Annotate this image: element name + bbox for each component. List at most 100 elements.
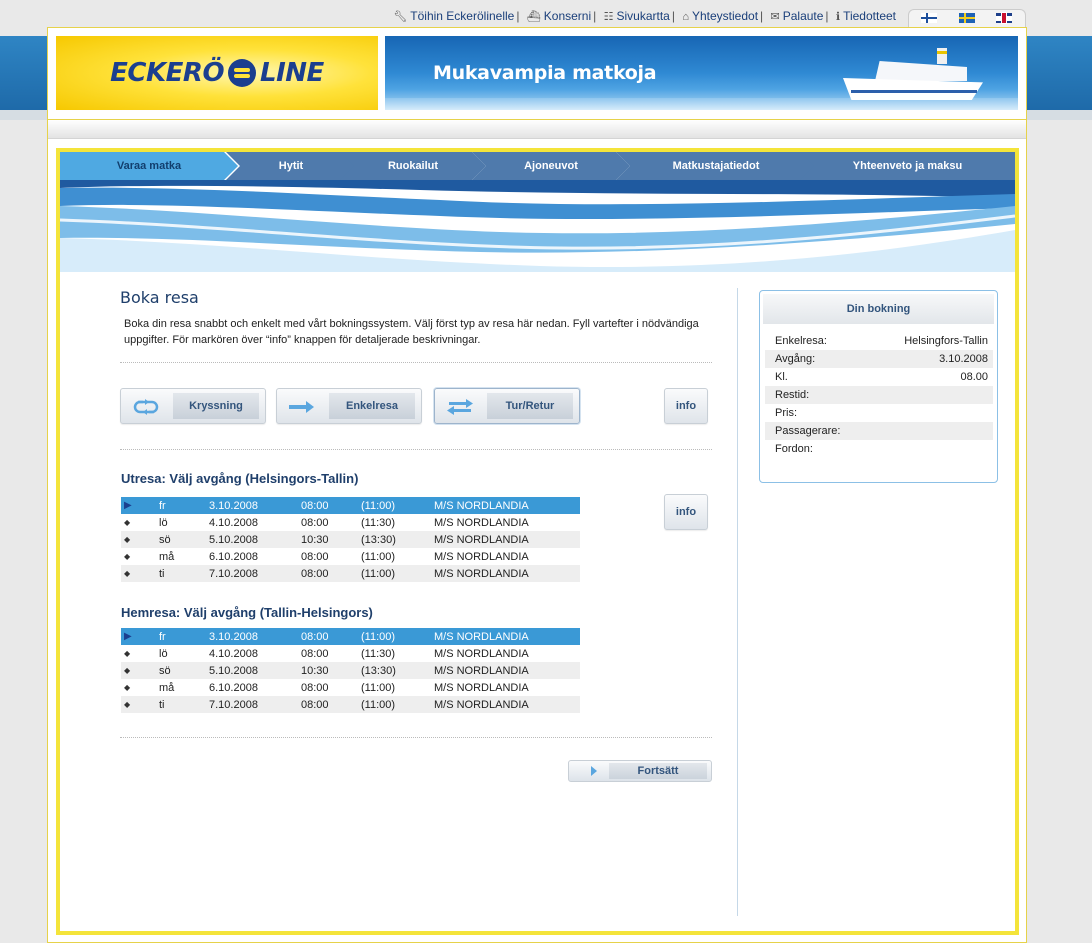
summary-row: Restid: <box>765 386 993 404</box>
header-band-right <box>1027 36 1092 110</box>
departure-day: må <box>159 550 175 563</box>
mail-icon: ✉ <box>770 11 780 23</box>
departure-date: 4.10.2008 <box>209 516 258 529</box>
departure-ship: M/S NORDLANDIA <box>434 516 529 529</box>
step-ajoneuvot[interactable]: Ajoneuvot <box>472 152 630 180</box>
link-sitemap[interactable]: Sivukartta <box>617 9 670 23</box>
departure-dep: 08:00 <box>301 698 329 711</box>
departure-date: 3.10.2008 <box>209 499 258 512</box>
column-divider <box>737 288 738 916</box>
departure-ship: M/S NORDLANDIA <box>434 698 529 711</box>
summary-value: 08.00 <box>960 371 988 383</box>
link-contact[interactable]: Yhteystiedot <box>692 9 758 23</box>
booking-summary: Din bokning Enkelresa: Helsingfors-Tallin… <box>759 290 998 483</box>
step-hytit[interactable]: Hytit <box>226 152 356 180</box>
departure-ship: M/S NORDLANDIA <box>434 567 529 580</box>
departure-date: 7.10.2008 <box>209 567 258 580</box>
continue-button[interactable]: Fortsätt <box>568 760 712 782</box>
departure-day: ti <box>159 698 165 711</box>
departure-dur: (11:00) <box>361 681 396 694</box>
link-feedback[interactable]: Palaute <box>783 9 824 23</box>
step-yhteenveto-ja-maksu[interactable]: Yhteenveto ja maksu <box>800 152 1015 180</box>
trip-type-info-button[interactable]: info <box>664 388 708 424</box>
outbound-departure-row[interactable]: ◆ sö 5.10.2008 10:30 (13:30) M/S NORDLANDIA <box>121 531 580 548</box>
departure-dep: 10:30 <box>301 664 329 677</box>
inbound-departure-row[interactable]: ◆ lö 4.10.2008 08:00 (11:30) M/S NORDLANDIA <box>121 645 580 662</box>
summary-title: Din bokning <box>763 294 994 324</box>
inbound-departure-row[interactable]: ▶ fr 3.10.2008 08:00 (11:00) M/S NORDLANDIA <box>121 628 580 645</box>
trip-type-kryssning-button[interactable]: Kryssning <box>120 388 266 424</box>
outbound-departure-row[interactable]: ◆ ti 7.10.2008 08:00 (11:00) M/S NORDLANDIA <box>121 565 580 582</box>
outbound-departure-row[interactable]: ◆ lö 4.10.2008 08:00 (11:30) M/S NORDLANDIA <box>121 514 580 531</box>
wrench-icon: 🔧︎ <box>393 11 408 23</box>
outbound-info-button[interactable]: info <box>664 494 708 530</box>
inbound-title: Hemresa: Välj avgång (Tallin-Helsingors) <box>121 605 373 620</box>
outbound-title: Utresa: Välj avgång (Helsingors-Tallin) <box>121 471 359 486</box>
departure-dep: 08:00 <box>301 647 329 660</box>
departure-dur: (13:30) <box>361 664 396 677</box>
inbound-departure-row[interactable]: ◆ ti 7.10.2008 08:00 (11:00) M/S NORDLANDIA <box>121 696 580 713</box>
inbound-departure-row[interactable]: ◆ sö 5.10.2008 10:30 (13:30) M/S NORDLANDIA <box>121 662 580 679</box>
departure-dep: 10:30 <box>301 533 329 546</box>
side-strip-left <box>0 110 47 120</box>
link-group[interactable]: Konserni <box>544 9 591 23</box>
departure-ship: M/S NORDLANDIA <box>434 499 529 512</box>
summary-row: Kl. 08.00 <box>765 368 993 386</box>
summary-label: Avgång: <box>775 353 816 365</box>
departure-day: lö <box>159 516 168 529</box>
fi-flag-icon[interactable] <box>921 13 937 23</box>
departure-dep: 08:00 <box>301 550 329 563</box>
departure-day: sö <box>159 533 171 546</box>
round-trip-icon <box>133 399 159 415</box>
inbound-departure-row[interactable]: ◆ må 6.10.2008 08:00 (11:00) M/S NORDLANDIA <box>121 679 580 696</box>
outbound-departures-table: ▶ fr 3.10.2008 08:00 (11:00) M/S NORDLANDIA ◆ l… <box>121 497 580 582</box>
departure-dur: (11:30) <box>361 516 396 529</box>
departure-dur: (11:30) <box>361 647 396 660</box>
departure-dur: (11:00) <box>361 698 396 711</box>
se-flag-icon[interactable] <box>959 13 975 23</box>
info-icon: ℹ <box>835 11 841 23</box>
trip-type-enkelresa-button[interactable]: Enkelresa <box>276 388 422 424</box>
departure-day: lö <box>159 647 168 660</box>
step-matkustajatiedot[interactable]: Matkustajatiedot <box>616 152 816 180</box>
summary-row: Pris: <box>765 404 993 422</box>
lock-icon: ⌂ <box>682 11 689 23</box>
top-utility-links: 🔧︎ Töihin Eckerölinelle | ⛴ Konserni | ☷ Sivu… <box>393 9 896 23</box>
summary-label: Fordon: <box>775 443 813 455</box>
eckero-line-logo[interactable]: ECKERÖ LINE <box>56 36 378 110</box>
uk-flag-icon[interactable] <box>996 13 1012 23</box>
departure-day: fr <box>159 630 166 643</box>
departure-ship: M/S NORDLANDIA <box>434 630 529 643</box>
trip-type-tur-retur-button[interactable]: Tur/Retur <box>434 388 580 424</box>
summary-row: Fordon: <box>765 440 993 458</box>
departure-date: 6.10.2008 <box>209 681 258 694</box>
departure-ship: M/S NORDLANDIA <box>434 664 529 677</box>
departure-dur: (13:30) <box>361 533 396 546</box>
summary-row: Passagerare: <box>765 422 993 440</box>
departure-date: 7.10.2008 <box>209 698 258 711</box>
outbound-departure-row[interactable]: ▶ fr 3.10.2008 08:00 (11:00) M/S NORDLANDIA <box>121 497 580 514</box>
step-varaa-matka[interactable]: Varaa matka <box>60 152 238 180</box>
decorative-wave <box>60 180 1015 272</box>
header-banner: Mukavampia matkoja <box>385 36 1018 110</box>
divider <box>120 449 712 450</box>
departure-date: 3.10.2008 <box>209 630 258 643</box>
summary-row: Avgång: 3.10.2008 <box>765 350 993 368</box>
link-careers[interactable]: Töihin Eckerölinelle <box>410 9 514 23</box>
bullet-icon: ◆ <box>124 535 131 544</box>
departure-dur: (11:00) <box>361 567 396 580</box>
page-frame: ECKERÖ LINE Mukavampia matkoja Varaa mat… <box>47 27 1027 943</box>
summary-list: Enkelresa: Helsingfors-Tallin Avgång: 3.10.… <box>765 332 993 458</box>
outbound-departure-row[interactable]: ◆ må 6.10.2008 08:00 (11:00) M/S NORDLANDIA <box>121 548 580 565</box>
intro-text: Boka din resa snabbt och enkelt med vårt… <box>124 318 699 346</box>
bullet-icon: ◆ <box>124 552 131 561</box>
step-ruokailut[interactable]: Ruokailut <box>340 152 486 180</box>
departure-dep: 08:00 <box>301 681 329 694</box>
header-divider-bar <box>48 119 1026 139</box>
departure-date: 6.10.2008 <box>209 550 258 563</box>
selected-arrow-icon: ▶ <box>124 631 132 642</box>
bullet-icon: ◆ <box>124 649 131 658</box>
departure-day: sö <box>159 664 171 677</box>
link-press[interactable]: Tiedotteet <box>843 9 896 23</box>
side-strip-right <box>1027 110 1092 120</box>
